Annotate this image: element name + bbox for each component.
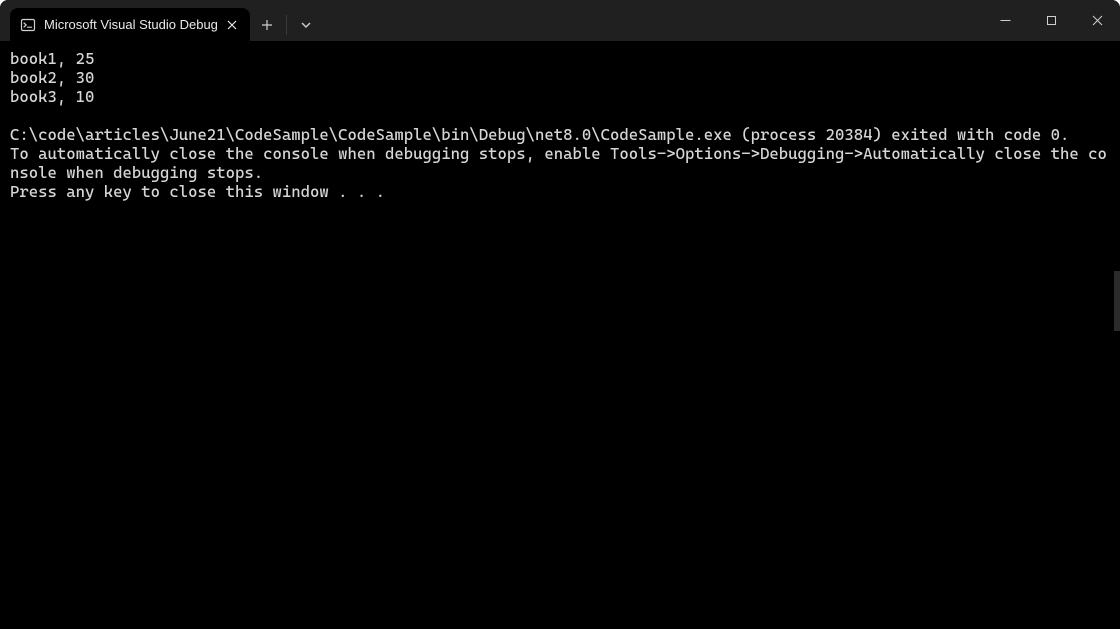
tab-title: Microsoft Visual Studio Debug [44, 17, 224, 32]
scrollbar[interactable] [1114, 271, 1120, 331]
maximize-button[interactable] [1028, 0, 1074, 41]
close-button[interactable] [1074, 0, 1120, 41]
minimize-button[interactable] [982, 0, 1028, 41]
terminal-body[interactable]: book1, 25 book2, 30 book3, 10 C:\code\ar… [0, 41, 1120, 629]
window-controls [982, 0, 1120, 41]
tabbar-divider [286, 15, 287, 35]
tab-close-button[interactable] [224, 17, 240, 33]
terminal-icon [20, 17, 36, 33]
tabbar-actions [250, 8, 323, 41]
titlebar[interactable]: Microsoft Visual Studio Debug [0, 0, 1120, 41]
tab-dropdown-button[interactable] [289, 8, 323, 41]
active-tab[interactable]: Microsoft Visual Studio Debug [10, 8, 250, 41]
titlebar-drag-region[interactable] [323, 0, 982, 41]
console-output: book1, 25 book2, 30 book3, 10 C:\code\ar… [10, 49, 1110, 201]
terminal-window: Microsoft Visual Studio Debug [0, 0, 1120, 629]
new-tab-button[interactable] [250, 8, 284, 41]
